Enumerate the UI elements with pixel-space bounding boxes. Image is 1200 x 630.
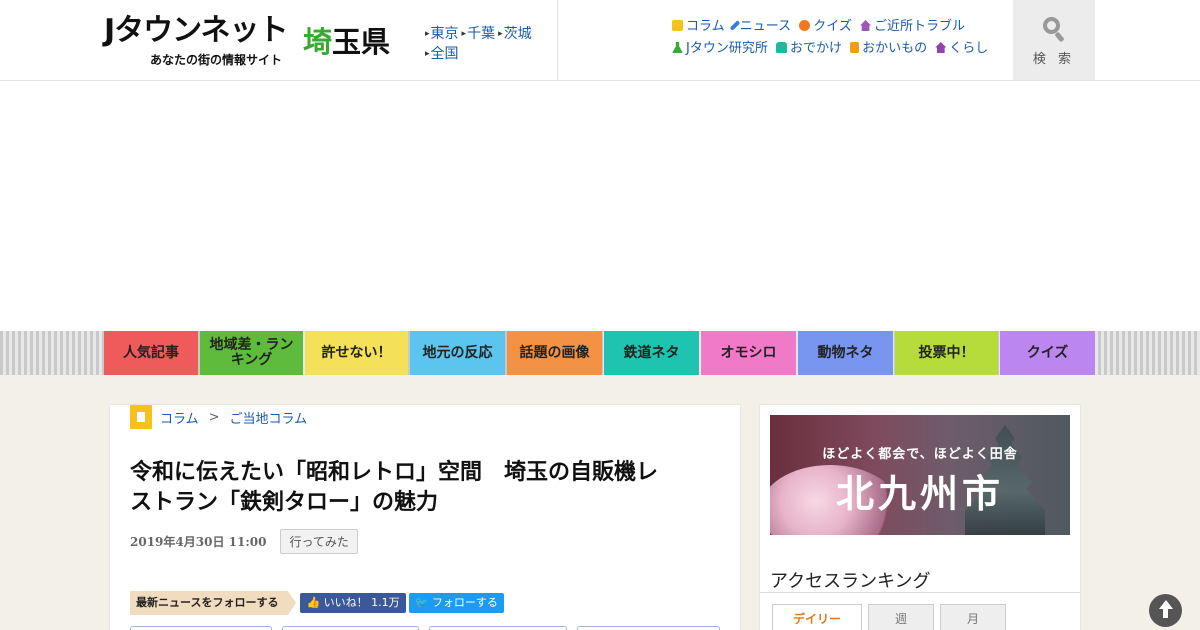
- cat-tab-railway[interactable]: 鉄道ネタ: [604, 331, 699, 375]
- site-logo[interactable]: Jタウンネット あなたの街の情報サイト: [104, 12, 294, 70]
- cat-tab-local-reaction[interactable]: 地元の反応: [410, 331, 505, 375]
- cat-tab-popular[interactable]: 人気記事: [104, 331, 198, 375]
- nav-outing[interactable]: おでかけ: [775, 41, 842, 56]
- header-divider: [557, 0, 558, 80]
- nav-research-label: Jタウン研究所: [686, 41, 768, 56]
- sidebar: ほどよく都会で、ほどよく田舎 北九州市 アクセスランキング デイリー 週 月: [760, 405, 1080, 630]
- quiz-icon: [799, 20, 811, 31]
- twitter-follow-button[interactable]: 🐦 フォローする: [408, 593, 504, 613]
- ranking-tab-weekly[interactable]: 週: [868, 604, 934, 630]
- cat-tab-regional[interactable]: 地域差・ランキング: [200, 331, 303, 375]
- twitter-follow-label: フォローする: [431, 596, 498, 609]
- nav-outing-label: おでかけ: [789, 41, 842, 56]
- follow-row: 最新ニュースをフォローする 👍 いいね！ 1.1万 🐦 フォローする: [130, 591, 504, 615]
- article-date: 2019年4月30日 11:00: [130, 535, 267, 549]
- category-nav: コラム ニュース クイズ ご近所トラブル Jタウン研究所 おでかけ おかいもの …: [672, 16, 1002, 60]
- thumbs-up-icon: 👍: [306, 596, 324, 609]
- prefecture-title-rest: 玉県: [332, 25, 391, 59]
- ranking-divider: [760, 592, 1080, 593]
- breadcrumb: コラム > ご当地コラム: [130, 405, 307, 429]
- follow-label: 最新ニュースをフォローする: [130, 591, 297, 615]
- share-button[interactable]: [577, 626, 720, 630]
- cat-tab-funny[interactable]: オモシロ: [701, 331, 796, 375]
- note-icon: [672, 20, 683, 31]
- cat-tab-quiz[interactable]: クイズ: [1000, 331, 1095, 375]
- prefecture-title-first: 埼: [303, 25, 333, 59]
- arrow-up-icon-stem: [1163, 608, 1168, 618]
- nav-column-label: コラム: [686, 19, 725, 34]
- facebook-like-label: いいね！ 1.1万: [323, 596, 400, 609]
- prefecture-title[interactable]: 埼玉県: [303, 24, 390, 60]
- share-button[interactable]: [282, 626, 419, 630]
- nav-shopping-label: おかいもの: [862, 41, 928, 56]
- ranking-tab-monthly[interactable]: 月: [940, 604, 1006, 630]
- article-tag[interactable]: 行ってみた: [280, 529, 358, 554]
- pref-link-ibaraki[interactable]: 茨城: [498, 26, 532, 42]
- ranking-tabs: デイリー 週 月: [772, 604, 1006, 630]
- home-icon: [935, 42, 947, 53]
- prefecture-links: 東京千葉茨城 全国: [425, 24, 555, 64]
- ad-space: [0, 81, 1200, 331]
- scroll-to-top-button[interactable]: [1149, 594, 1182, 627]
- category-bar-tabs: 人気記事 地域差・ランキング 許せない！ 地元の反応 話題の画像 鉄道ネタ オモ…: [104, 331, 1095, 375]
- share-button[interactable]: [429, 626, 567, 630]
- ranking-tab-daily[interactable]: デイリー: [772, 604, 862, 630]
- twitter-bird-icon: 🐦: [414, 596, 432, 609]
- site-header: Jタウンネット あなたの街の情報サイト 埼玉県 東京千葉茨城 全国 コラム ニュ…: [0, 0, 1200, 81]
- nav-living-label: くらし: [949, 41, 989, 56]
- article-card: コラム > ご当地コラム 令和に伝えたい「昭和レトロ」空間 埼玉の自販機レ スト…: [110, 405, 740, 630]
- logo-title: Jタウンネット: [104, 13, 289, 48]
- cat-tab-voting[interactable]: 投票中！: [895, 331, 998, 375]
- cat-tab-trending-images[interactable]: 話題の画像: [507, 331, 602, 375]
- search-icon-handle: [1054, 31, 1065, 43]
- facebook-like-button[interactable]: 👍 いいね！ 1.1万: [300, 593, 406, 613]
- breadcrumb-column[interactable]: コラム: [160, 408, 199, 427]
- search-label: 検 索: [1032, 52, 1076, 67]
- category-bar: 人気記事 地域差・ランキング 許せない！ 地元の反応 話題の画像 鉄道ネタ オモ…: [0, 331, 1200, 375]
- nav-column[interactable]: コラム: [672, 19, 725, 34]
- house-icon: [860, 20, 872, 31]
- logo-tagline: あなたの街の情報サイト: [150, 53, 283, 67]
- nav-living[interactable]: くらし: [935, 41, 988, 56]
- pref-link-national[interactable]: 全国: [425, 46, 459, 62]
- banner-city: 北九州市: [835, 471, 1004, 516]
- nav-shopping[interactable]: おかいもの: [850, 41, 927, 56]
- pref-link-tokyo[interactable]: 東京: [425, 26, 459, 42]
- article-title-line2: ストラン「鉄剣タロー」の魅力: [130, 490, 439, 515]
- ranking-title: アクセスランキング: [770, 571, 931, 592]
- nav-quiz-label: クイズ: [813, 19, 852, 34]
- flask-icon: [672, 42, 683, 53]
- nav-neighbor-trouble[interactable]: ご近所トラブル: [860, 19, 965, 34]
- cat-tab-animals[interactable]: 動物ネタ: [798, 331, 893, 375]
- kitakyushu-banner[interactable]: ほどよく都会で、ほどよく田舎 北九州市: [770, 415, 1070, 535]
- nav-research[interactable]: Jタウン研究所: [672, 41, 768, 56]
- breadcrumb-local-column[interactable]: ご当地コラム: [230, 408, 308, 427]
- cat-tab-unforgivable[interactable]: 許せない！: [305, 331, 408, 375]
- banner-tagline: ほどよく都会で、ほどよく田舎: [822, 447, 1018, 462]
- pref-link-chiba[interactable]: 千葉: [462, 26, 496, 42]
- article-meta: 2019年4月30日 11:00 行ってみた: [130, 529, 358, 554]
- article-title-line1: 令和に伝えたい「昭和レトロ」空間 埼玉の自販機レ: [130, 460, 659, 485]
- pencil-icon: [729, 20, 741, 31]
- car-icon: [775, 42, 787, 53]
- nav-news[interactable]: ニュース: [729, 19, 792, 34]
- note-icon: [130, 405, 152, 429]
- nav-quiz[interactable]: クイズ: [799, 19, 852, 34]
- breadcrumb-separator: >: [208, 409, 220, 425]
- nav-news-label: ニュース: [739, 19, 792, 34]
- nav-neighbor-trouble-label: ご近所トラブル: [874, 19, 966, 34]
- search-button[interactable]: 検 索: [1013, 0, 1095, 80]
- share-button[interactable]: [130, 626, 272, 630]
- article-title: 令和に伝えたい「昭和レトロ」空間 埼玉の自販機レ ストラン「鉄剣タロー」の魅力: [130, 458, 730, 518]
- share-buttons-row: [130, 626, 720, 630]
- bag-icon: [850, 42, 860, 53]
